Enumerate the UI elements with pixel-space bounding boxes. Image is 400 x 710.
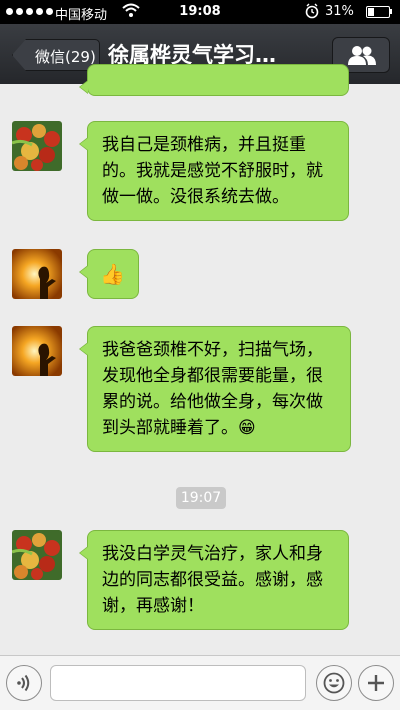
message-bubble[interactable]: 我爸爸颈椎不好，扫描气场，发现他全身都很需要能量，很累的说。给他做全身，每次做到…	[79, 326, 351, 452]
thumbs-up-emoji: 👍	[100, 262, 125, 286]
battery-percent: 31%	[325, 4, 354, 19]
message-bubble[interactable]	[79, 64, 349, 96]
input-bar	[0, 655, 400, 710]
sunset-avatar[interactable]	[12, 326, 62, 376]
back-button[interactable]: 微信(29)	[12, 39, 100, 71]
back-button-label: 微信(29)	[35, 48, 96, 66]
status-bar: 中国移动 19:08 31%	[0, 0, 400, 24]
message-bubble[interactable]: 👍	[79, 249, 139, 299]
message-bubble[interactable]: 我没白学灵气治疗，家人和身边的同志都很受益。感谢，感谢，再感谢！	[79, 530, 349, 630]
message-input[interactable]	[50, 665, 306, 701]
more-button[interactable]	[358, 665, 394, 701]
message-bubble[interactable]: 我自己是颈椎病，并且挺重的。我就是感觉不舒服时，就做一做。没很系统去做。	[79, 121, 349, 221]
emoji-icon	[323, 672, 345, 698]
voice-button[interactable]	[6, 665, 42, 701]
chat-area: 我自己是颈椎病，并且挺重的。我就是感觉不舒服时，就做一做。没很系统去做。 👍 我…	[0, 64, 400, 655]
alarm-icon	[305, 3, 319, 23]
battery-icon	[366, 6, 390, 18]
message-text: 我自己是颈椎病，并且挺重的。我就是感觉不舒服时，就做一做。没很系统去做。	[102, 135, 323, 207]
message-text: 我爸爸颈椎不好，扫描气场，发现他全身都很需要能量，很累的说。给他做全身，每次做到…	[102, 340, 323, 438]
sunset-avatar[interactable]	[12, 249, 62, 299]
fruit-avatar[interactable]	[12, 530, 62, 580]
voice-icon	[15, 674, 33, 696]
fruit-avatar[interactable]	[12, 121, 62, 171]
battery-tip	[390, 9, 392, 14]
plus-icon	[367, 674, 385, 696]
emoji-button[interactable]	[316, 665, 352, 701]
people-icon	[348, 45, 376, 69]
timestamp-label: 19:07	[176, 487, 226, 509]
message-text: 我没白学灵气治疗，家人和身边的同志都很受益。感谢，感谢，再感谢！	[102, 544, 323, 616]
